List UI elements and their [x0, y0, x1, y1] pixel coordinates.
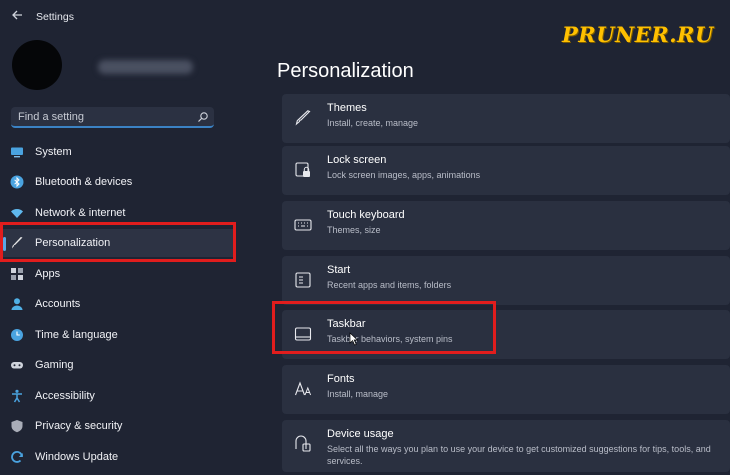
apps-icon: [10, 267, 24, 281]
bluetooth-icon: [10, 175, 24, 189]
card-subtitle: Recent apps and items, folders: [327, 280, 452, 290]
card-subtitle: Select all the ways you plan to use your…: [327, 444, 711, 466]
back-arrow-icon[interactable]: [10, 8, 24, 24]
sidebar-item-privacy[interactable]: Privacy & security: [0, 412, 236, 440]
sidebar-item-label: Gaming: [35, 359, 74, 371]
card-lock-screen[interactable]: Lock screen Lock screen images, apps, an…: [282, 146, 730, 195]
sidebar-item-gaming[interactable]: Gaming: [0, 351, 236, 379]
globe-clock-icon: [10, 328, 24, 342]
card-device-usage[interactable]: Device usage Select all the ways you pla…: [282, 420, 730, 472]
keyboard-icon: [294, 216, 312, 234]
sidebar-item-label: System: [35, 146, 72, 158]
search-box[interactable]: Find a setting: [11, 107, 214, 128]
highlight-box-personalization: [0, 222, 236, 262]
card-subtitle: Lock screen images, apps, animations: [327, 170, 481, 180]
start-icon: [294, 271, 312, 289]
card-title: Device usage: [327, 428, 394, 440]
card-subtitle: Themes, size: [327, 225, 381, 235]
watermark: PRUNER.RU: [562, 22, 714, 47]
card-themes[interactable]: Themes Install, create, manage: [282, 94, 730, 143]
gamepad-icon: [10, 358, 24, 372]
brush-icon: [294, 109, 312, 127]
sidebar-item-label: Privacy & security: [35, 420, 123, 432]
sidebar-item-apps[interactable]: Apps: [0, 260, 236, 288]
mouse-cursor-icon: [349, 332, 359, 346]
fonts-icon: [294, 380, 312, 398]
device-usage-icon: [294, 435, 312, 453]
page-title: Personalization: [277, 60, 414, 82]
sidebar-item-accounts[interactable]: Accounts: [0, 290, 236, 318]
card-subtitle: Install, create, manage: [327, 118, 419, 128]
sidebar-item-time-language[interactable]: Time & language: [0, 321, 236, 349]
person-icon: [10, 297, 24, 311]
card-fonts[interactable]: Fonts Install, manage: [282, 365, 730, 414]
card-touch-keyboard[interactable]: Touch keyboard Themes, size: [282, 201, 730, 250]
card-start[interactable]: Start Recent apps and items, folders: [282, 256, 730, 305]
search-input[interactable]: Find a setting: [18, 111, 84, 123]
sidebar-item-accessibility[interactable]: Accessibility: [0, 382, 236, 410]
card-subtitle: Install, manage: [327, 389, 389, 399]
sidebar-item-label: Apps: [35, 268, 61, 280]
sidebar-item-bluetooth[interactable]: Bluetooth & devices: [0, 168, 236, 196]
highlight-box-taskbar: [272, 301, 496, 354]
lock-screen-icon: [294, 161, 312, 179]
sidebar-item-system[interactable]: System: [0, 138, 236, 166]
sidebar-item-label: Network & internet: [35, 207, 126, 219]
monitor-icon: [10, 145, 24, 159]
sidebar-item-label: Time & language: [35, 329, 118, 341]
sidebar-item-label: Accessibility: [35, 390, 95, 402]
sidebar-item-label: Bluetooth & devices: [35, 176, 133, 188]
sidebar-item-label: Accounts: [35, 298, 81, 310]
card-title: Themes: [327, 102, 367, 114]
search-icon[interactable]: [197, 110, 209, 122]
accessibility-icon: [10, 389, 24, 403]
card-title: Lock screen: [327, 154, 387, 166]
blurred-username: [98, 60, 193, 74]
refresh-icon: [10, 450, 24, 464]
card-title: Fonts: [327, 373, 355, 385]
sidebar-item-windows-update[interactable]: Windows Update: [0, 443, 236, 471]
wifi-icon: [10, 206, 24, 220]
app-title: Settings: [36, 11, 74, 23]
card-title: Start: [327, 264, 351, 276]
shield-icon: [10, 419, 24, 433]
avatar[interactable]: [12, 40, 62, 90]
sidebar-item-label: Windows Update: [35, 451, 119, 463]
card-title: Touch keyboard: [327, 209, 405, 221]
